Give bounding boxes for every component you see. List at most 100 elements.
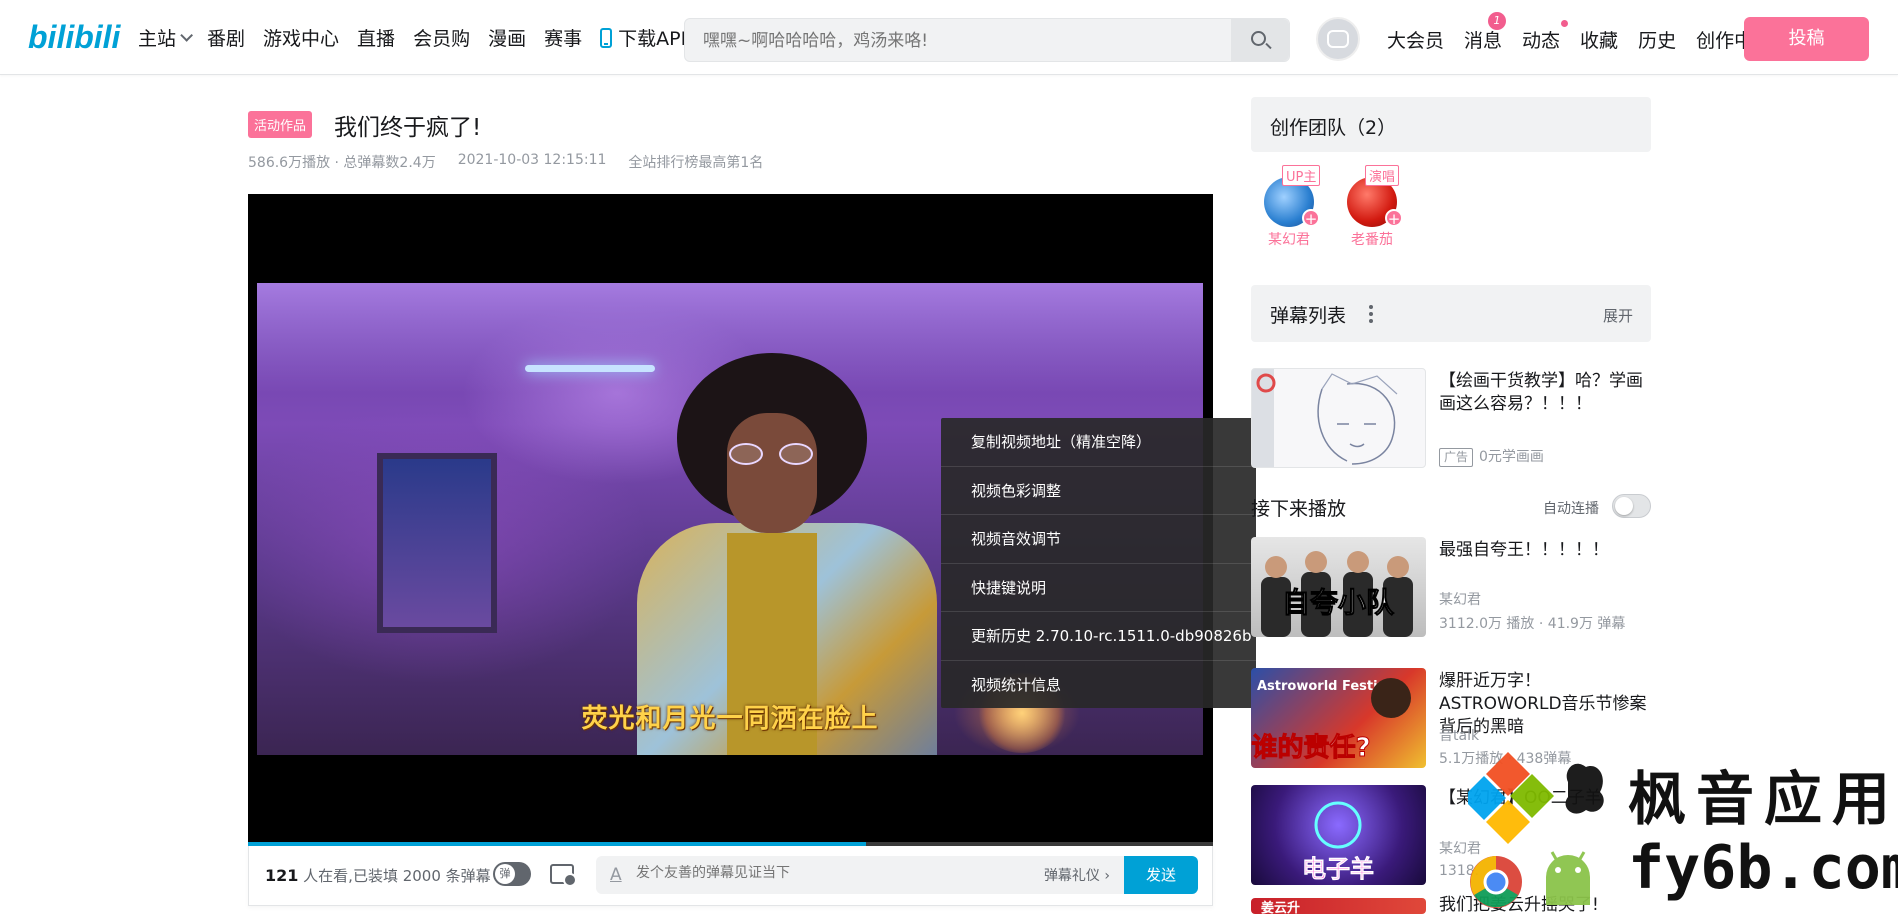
ad-source: 广告 0元学画画: [1439, 446, 1544, 467]
ad-card[interactable]: 【绘画干货教学】哈？学画画这么容易？！！！ 广告 0元学画画: [1251, 368, 1651, 468]
scene-ceiling-light: [525, 365, 655, 372]
nav-messages[interactable]: 消息 1: [1464, 12, 1507, 53]
ad-source-name: 0元学画画: [1479, 449, 1544, 465]
watching-text: 人在看,已装填 2000 条弹幕: [298, 867, 491, 885]
svg-text:电子羊: 电子羊: [1302, 855, 1374, 883]
player-context-menu: 复制视频地址（精准空降） 视频色彩调整 视频音效调节 快捷键说明 更新历史 2.…: [941, 418, 1256, 708]
upload-button[interactable]: 投稿: [1744, 17, 1869, 61]
svg-text:谁的责任?: 谁的责任?: [1251, 732, 1370, 763]
search-icon: [1251, 31, 1266, 46]
member-role: UP主: [1282, 165, 1321, 186]
nav-favorites[interactable]: 收藏: [1580, 26, 1618, 53]
video-stats: 3112.0万 播放 · 41.9万 弹幕: [1439, 616, 1626, 632]
expand-button[interactable]: 展开: [1603, 305, 1633, 326]
creator-team-title: 创作团队（2）: [1270, 117, 1397, 139]
user-nav: 大会员 消息 1 动态 收藏 历史 创作中心: [1387, 12, 1772, 53]
nav-membership-shop[interactable]: 会员购: [413, 24, 470, 51]
video-title: 我们终于疯了!: [334, 115, 482, 141]
chevron-down-icon: [180, 29, 194, 42]
danmaku-send-bar: 121 人在看,已装填 2000 条弹幕 弹 A 弹幕礼仪 › 发送: [248, 846, 1213, 906]
svg-text:姜云升: 姜云升: [1261, 900, 1300, 914]
menu-video-stats[interactable]: 视频统计信息: [941, 661, 1256, 710]
video-meta: 586.6万播放 · 总弹幕数2.4万 2021-10-03 12:15:11 …: [248, 152, 763, 172]
video-title[interactable]: 最强自夸王！！！！！: [1439, 539, 1654, 562]
phone-icon: [600, 27, 613, 48]
up-next-title: 接下来播放: [1251, 498, 1347, 520]
activity-tag[interactable]: 活动作品: [248, 111, 313, 138]
video-thumbnail[interactable]: 电子羊: [1251, 785, 1426, 885]
recommended-video[interactable]: 自夸小队 最强自夸王！！！！！ 某幻君 3112.0万 播放 · 41.9万 弹…: [1251, 537, 1651, 637]
member-role: 演唱: [1365, 165, 1400, 186]
scene-glasses: [729, 443, 815, 465]
scene-window: [377, 453, 497, 633]
svg-text:bilibili: bilibili: [28, 19, 122, 55]
more-options-icon[interactable]: [1369, 305, 1373, 323]
nav-bangumi[interactable]: 番剧: [207, 24, 245, 51]
svg-text:自夸小队: 自夸小队: [1282, 586, 1395, 619]
team-member[interactable]: 演唱 + 老番茄: [1335, 165, 1425, 255]
download-app-label: 下载APP: [618, 28, 693, 50]
rank-info[interactable]: 全站排行榜最高第1名: [628, 152, 763, 172]
nav-main-site-label: 主站: [138, 28, 177, 50]
autoplay-toggle-knob: [1615, 497, 1633, 515]
nav-main-site[interactable]: 主站: [138, 24, 194, 51]
follow-plus-icon[interactable]: +: [1385, 209, 1403, 228]
watching-info: 121 人在看,已装填 2000 条弹幕: [265, 865, 491, 886]
bilibili-logo[interactable]: bilibili: [28, 14, 122, 58]
danmaku-etiquette-link[interactable]: 弹幕礼仪 ›: [1044, 865, 1110, 885]
danmaku-list-header[interactable]: 弹幕列表 展开: [1251, 285, 1651, 342]
watching-count: 121: [265, 866, 299, 885]
danmaku-toggle-knob: 弹: [495, 864, 515, 884]
danmaku-list-title: 弹幕列表: [1270, 305, 1347, 327]
member-name[interactable]: 某幻君: [1252, 229, 1326, 249]
follow-plus-icon[interactable]: +: [1302, 209, 1320, 228]
neon-character-image: 电子羊: [1302, 801, 1374, 883]
festival-poster-image: Astroworld Festival 谁的责任?: [1251, 678, 1411, 764]
message-count-badge: 1: [1488, 12, 1507, 30]
video-thumbnail[interactable]: 自夸小队: [1251, 537, 1426, 637]
watermark-logo: [1468, 752, 1604, 908]
team-member[interactable]: UP主 + 某幻君: [1252, 165, 1342, 255]
publish-date: 2021-10-03 12:15:11: [457, 152, 607, 168]
menu-copy-video-url[interactable]: 复制视频地址（精准空降）: [941, 418, 1256, 467]
video-up-name[interactable]: 某幻君: [1439, 589, 1481, 609]
autoplay-label: 自动连播: [1543, 501, 1599, 517]
search-input[interactable]: [703, 29, 1183, 53]
danmaku-input-box: A 弹幕礼仪 ›: [596, 856, 1124, 894]
menu-update-history[interactable]: 更新历史 2.70.10-rc.1511.0-db90826b: [941, 612, 1256, 661]
menu-color-adjust[interactable]: 视频色彩调整: [941, 467, 1256, 515]
nav-download-app[interactable]: 下载APP: [600, 24, 692, 51]
top-header: bilibili 主站 番剧 游戏中心 直播 会员购 漫画 赛事 下载APP 大…: [0, 0, 1898, 75]
nav-game-center[interactable]: 游戏中心: [263, 24, 339, 51]
nav-history[interactable]: 历史: [1638, 26, 1676, 53]
view-count: 586.6万播放 · 总弹幕数2.4万: [248, 155, 436, 171]
danmaku-input[interactable]: [636, 865, 966, 881]
menu-shortcuts[interactable]: 快捷键说明: [941, 564, 1256, 612]
nav-dynamics[interactable]: 动态: [1522, 20, 1569, 53]
member-name[interactable]: 老番茄: [1335, 229, 1409, 249]
dynamics-label: 动态: [1522, 30, 1561, 52]
partial-thumbnail-image: 姜云升: [1261, 900, 1300, 914]
tv-avatar-icon: [1327, 30, 1349, 48]
user-avatar[interactable]: [1316, 17, 1360, 61]
main-nav: 主站 番剧 游戏中心 直播 会员购 漫画 赛事 下载APP: [138, 24, 692, 51]
ad-title[interactable]: 【绘画干货教学】哈？学画画这么容易？！！！: [1439, 370, 1654, 416]
nav-vip[interactable]: 大会员: [1387, 26, 1444, 53]
send-danmaku-button[interactable]: 发送: [1124, 856, 1198, 894]
watermark-url: fy6b.com: [1628, 833, 1898, 903]
video-thumbnail[interactable]: 姜云升: [1251, 898, 1426, 914]
ad-thumbnail[interactable]: [1251, 368, 1426, 468]
nav-manga[interactable]: 漫画: [488, 24, 526, 51]
video-thumbnail[interactable]: Astroworld Festival 谁的责任?: [1251, 668, 1426, 768]
nav-esports[interactable]: 赛事: [544, 24, 582, 51]
menu-audio-adjust[interactable]: 视频音效调节: [941, 515, 1256, 564]
video-up-name[interactable]: 音talk: [1439, 725, 1479, 745]
messages-label: 消息: [1464, 30, 1503, 52]
danmaku-toggle[interactable]: 弹: [493, 862, 531, 886]
nav-live[interactable]: 直播: [357, 24, 395, 51]
danmaku-settings-icon[interactable]: [550, 864, 577, 887]
search-button[interactable]: [1231, 19, 1289, 61]
autoplay-toggle[interactable]: [1612, 494, 1651, 518]
text-style-icon[interactable]: A: [610, 865, 622, 885]
search-box: [684, 18, 1290, 62]
